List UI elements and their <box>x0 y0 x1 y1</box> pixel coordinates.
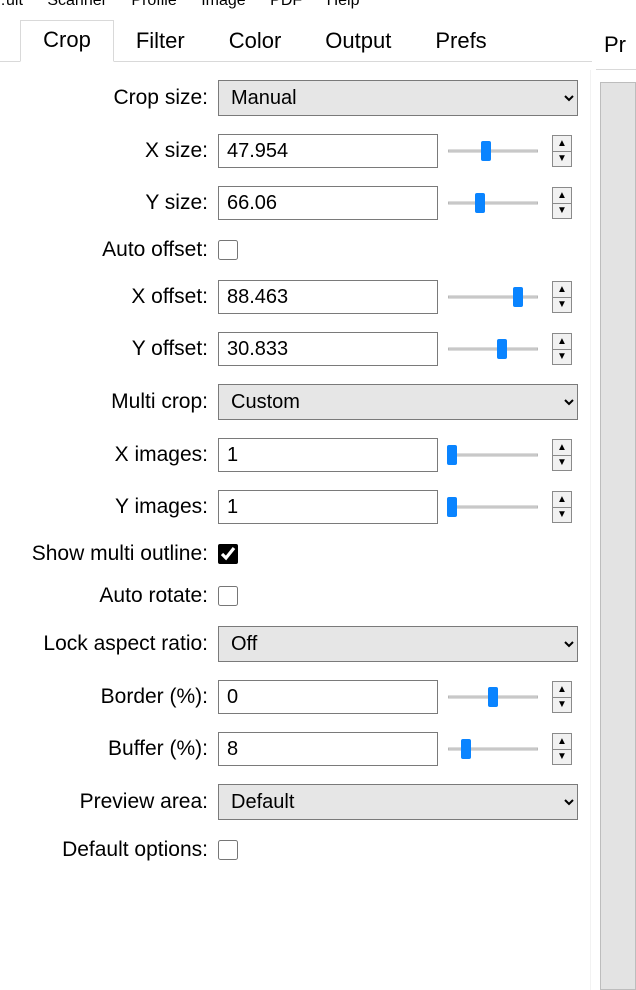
menu-item[interactable]: PDF <box>260 0 312 10</box>
spin-down-icon[interactable]: ▼ <box>552 203 572 219</box>
crop-settings-page: Crop size: Manual X size: ▲ <box>0 62 592 862</box>
x-size-slider[interactable] <box>448 140 538 162</box>
tab-crop[interactable]: Crop <box>20 20 114 62</box>
preview-panel-sliver: Pr <box>596 0 636 990</box>
border-input[interactable] <box>218 680 438 714</box>
x-offset-spinner[interactable]: ▲ ▼ <box>552 281 572 313</box>
spin-down-icon[interactable]: ▼ <box>552 507 572 523</box>
x-images-spinner[interactable]: ▲ ▼ <box>552 439 572 471</box>
y-offset-slider[interactable] <box>448 338 538 360</box>
menu-item[interactable]: Profile <box>121 0 186 10</box>
x-offset-label: X offset: <box>0 285 212 309</box>
spin-down-icon[interactable]: ▼ <box>552 749 572 765</box>
crop-size-label: Crop size: <box>0 86 212 110</box>
spin-down-icon[interactable]: ▼ <box>552 455 572 471</box>
y-size-input[interactable] <box>218 186 438 220</box>
y-images-label: Y images: <box>0 495 212 519</box>
y-images-slider[interactable] <box>448 496 538 518</box>
show-outline-checkbox[interactable] <box>218 544 238 564</box>
y-size-spinner[interactable]: ▲ ▼ <box>552 187 572 219</box>
border-spinner[interactable]: ▲ ▼ <box>552 681 572 713</box>
show-outline-label: Show multi outline: <box>0 542 212 566</box>
x-offset-input[interactable] <box>218 280 438 314</box>
spin-up-icon[interactable]: ▲ <box>552 733 572 749</box>
spin-down-icon[interactable]: ▼ <box>552 297 572 313</box>
menu-item[interactable]: Help <box>317 0 370 10</box>
y-size-label: Y size: <box>0 191 212 215</box>
spin-up-icon[interactable]: ▲ <box>552 333 572 349</box>
x-size-input[interactable] <box>218 134 438 168</box>
tab-filter[interactable]: Filter <box>114 22 207 62</box>
buffer-spinner[interactable]: ▲ ▼ <box>552 733 572 765</box>
spin-down-icon[interactable]: ▼ <box>552 151 572 167</box>
auto-rotate-checkbox[interactable] <box>218 586 238 606</box>
y-offset-input[interactable] <box>218 332 438 366</box>
spin-up-icon[interactable]: ▲ <box>552 135 572 151</box>
buffer-slider[interactable] <box>448 738 538 760</box>
x-size-spinner[interactable]: ▲ ▼ <box>552 135 572 167</box>
x-images-label: X images: <box>0 443 212 467</box>
preview-area-select[interactable]: Default <box>218 784 578 820</box>
tab-output[interactable]: Output <box>303 22 413 62</box>
tab-color[interactable]: Color <box>207 22 304 62</box>
auto-rotate-label: Auto rotate: <box>0 584 212 608</box>
preview-tab-truncated[interactable]: Pr <box>596 26 636 70</box>
x-offset-slider[interactable] <box>448 286 538 308</box>
tab-truncated[interactable]: t <box>0 22 20 62</box>
y-offset-spinner[interactable]: ▲ ▼ <box>552 333 572 365</box>
x-images-input[interactable] <box>218 438 438 472</box>
crop-size-select[interactable]: Manual <box>218 80 578 116</box>
spin-up-icon[interactable]: ▲ <box>552 281 572 297</box>
y-images-input[interactable] <box>218 490 438 524</box>
lock-aspect-select[interactable]: Off <box>218 626 578 662</box>
menu-item[interactable]: Scanner <box>37 0 117 10</box>
preview-area-label: Preview area: <box>0 790 212 814</box>
preview-canvas <box>600 82 636 990</box>
spin-up-icon[interactable]: ▲ <box>552 187 572 203</box>
buffer-input[interactable] <box>218 732 438 766</box>
y-size-slider[interactable] <box>448 192 538 214</box>
menu-item[interactable]: …ult <box>0 0 33 10</box>
spin-up-icon[interactable]: ▲ <box>552 439 572 455</box>
lock-aspect-label: Lock aspect ratio: <box>0 632 212 656</box>
multi-crop-label: Multi crop: <box>0 390 212 414</box>
menu-item[interactable]: Image <box>191 0 255 10</box>
auto-offset-checkbox[interactable] <box>218 240 238 260</box>
spin-up-icon[interactable]: ▲ <box>552 681 572 697</box>
border-slider[interactable] <box>448 686 538 708</box>
spin-up-icon[interactable]: ▲ <box>552 491 572 507</box>
settings-tabstrip: t Crop Filter Color Output Prefs <box>0 18 592 62</box>
auto-offset-label: Auto offset: <box>0 238 212 262</box>
default-options-label: Default options: <box>0 838 212 862</box>
tab-prefs[interactable]: Prefs <box>413 22 508 62</box>
buffer-label: Buffer (%): <box>0 737 212 761</box>
y-images-spinner[interactable]: ▲ ▼ <box>552 491 572 523</box>
y-offset-label: Y offset: <box>0 337 212 361</box>
menubar[interactable]: …ult Scanner Profile Image PDF Help <box>0 0 592 12</box>
x-size-label: X size: <box>0 139 212 163</box>
x-images-slider[interactable] <box>448 444 538 466</box>
spin-down-icon[interactable]: ▼ <box>552 349 572 365</box>
default-options-checkbox[interactable] <box>218 840 238 860</box>
spin-down-icon[interactable]: ▼ <box>552 697 572 713</box>
multi-crop-select[interactable]: Custom <box>218 384 578 420</box>
border-label: Border (%): <box>0 685 212 709</box>
